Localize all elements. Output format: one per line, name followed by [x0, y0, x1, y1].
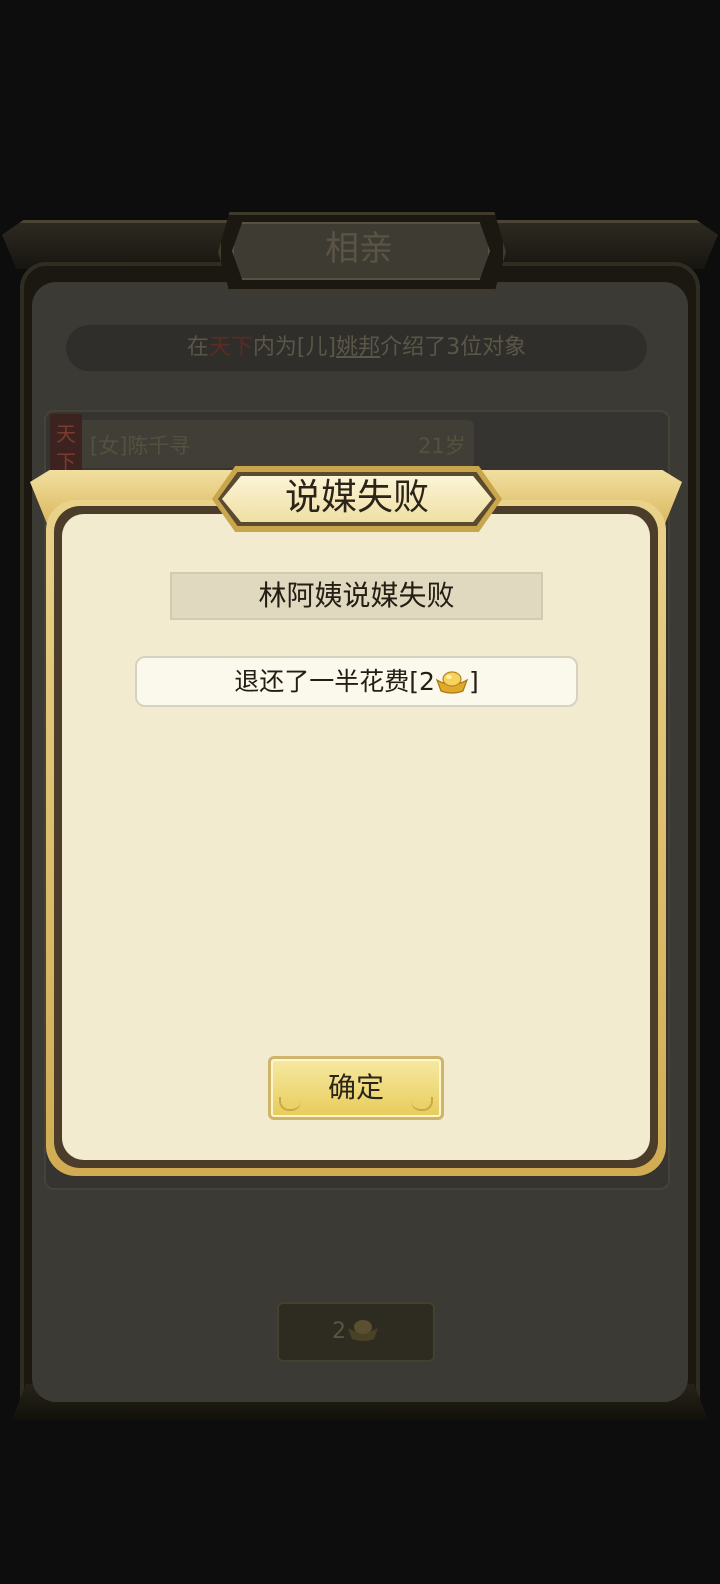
dialog-title: 说媒失败 [284, 477, 429, 518]
info-suffix: 介绍了3位对象 [380, 335, 527, 360]
candidate-age: 21岁 [418, 434, 466, 458]
matchmaking-cost-button[interactable]: 2 [277, 1302, 435, 1362]
background-title: 相亲 [325, 229, 393, 269]
refund-text: 退还了一半花费[2 [234, 667, 435, 696]
confirm-label: 确定 [327, 1071, 384, 1104]
candidate-region-tag: 天下 [50, 414, 82, 478]
cost-amount: 2 [332, 1319, 346, 1344]
info-mid: 内为[儿] [252, 335, 337, 360]
refund-text-end: ] [468, 667, 479, 696]
confirm-button[interactable]: 确定 [268, 1056, 444, 1120]
gold-ingot-icon [435, 663, 469, 694]
info-child-name[interactable]: 姚邦 [336, 335, 380, 360]
candidate-name: [女]陈千寻 [90, 434, 191, 458]
button-ornament-left [279, 1097, 301, 1111]
result-message: 林阿姨说媒失败 [170, 572, 543, 620]
info-region: 天下 [208, 335, 253, 360]
matchmaking-info: 在天下内为[儿]姚邦介绍了3位对象 [66, 325, 647, 371]
gold-ingot-icon [346, 1309, 380, 1341]
info-prefix: 在 [186, 335, 209, 360]
button-ornament-right [411, 1097, 433, 1111]
refund-notice: 退还了一半花费[2] [135, 656, 578, 707]
